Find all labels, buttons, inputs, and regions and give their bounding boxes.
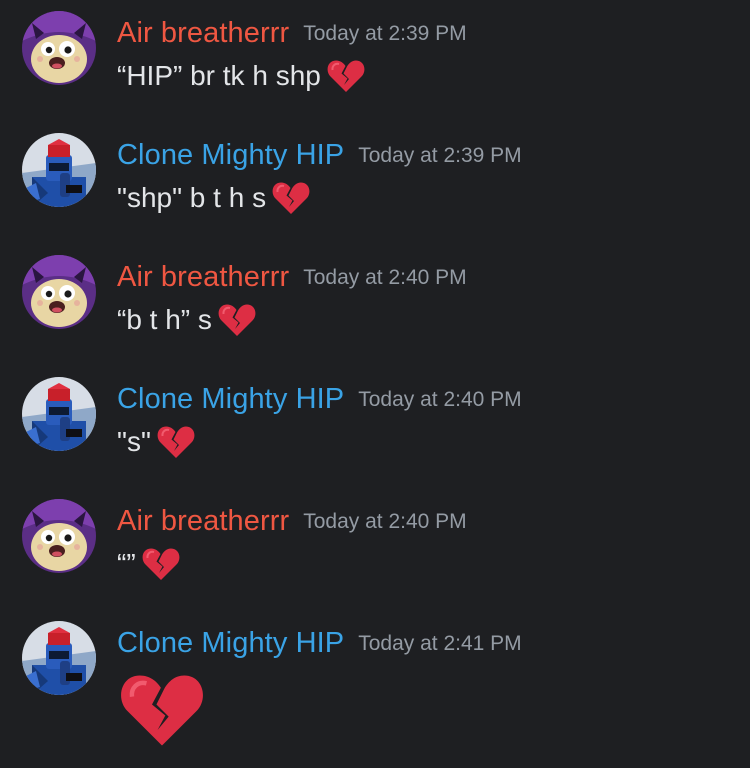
chat-message: Clone Mighty HIP Today at 2:41 PM: [0, 610, 750, 768]
tamagotchi-creature-avatar[interactable]: [22, 255, 96, 329]
broken-heart-icon: [326, 58, 366, 94]
message-text: “”: [117, 548, 136, 579]
broken-heart-icon: [117, 670, 207, 750]
message-text: “HIP” br tk h shp: [117, 60, 321, 91]
tamagotchi-creature-avatar[interactable]: [22, 11, 96, 85]
broken-heart-icon: [156, 424, 196, 460]
message-header: Clone Mighty HIP Today at 2:40 PM: [117, 383, 522, 416]
message-header: Clone Mighty HIP Today at 2:39 PM: [117, 139, 522, 172]
chat-message: Air breatherrr Today at 2:40 PM “”: [0, 488, 750, 610]
message-author-name[interactable]: Clone Mighty HIP: [117, 139, 344, 171]
chat-message-list: Air breatherrr Today at 2:39 PM “HIP” br …: [0, 0, 750, 768]
chat-message: Clone Mighty HIP Today at 2:40 PM "s": [0, 366, 750, 488]
message-timestamp: Today at 2:41 PM: [358, 632, 522, 655]
message-content: “HIP” br tk h shp: [117, 58, 366, 94]
chat-message: Air breatherrr Today at 2:39 PM “HIP” br …: [0, 0, 750, 122]
message-header: Air breatherrr Today at 2:40 PM: [117, 261, 467, 294]
message-text: "s": [117, 426, 151, 457]
broken-heart-icon: [141, 546, 181, 582]
message-timestamp: Today at 2:39 PM: [303, 22, 467, 45]
message-text: "shp" b t h s: [117, 182, 267, 213]
blue-robot-avatar[interactable]: [22, 377, 96, 451]
message-author-name[interactable]: Air breatherrr: [117, 505, 289, 537]
message-content: “”: [117, 546, 181, 582]
message-content: "s": [117, 424, 196, 460]
chat-message: Air breatherrr Today at 2:40 PM “b t h” s: [0, 244, 750, 366]
tamagotchi-creature-avatar[interactable]: [22, 499, 96, 573]
message-content: [117, 670, 207, 750]
message-author-name[interactable]: Air breatherrr: [117, 261, 289, 293]
message-content: "shp" b t h s: [117, 180, 311, 216]
message-header: Clone Mighty HIP Today at 2:41 PM: [117, 627, 522, 660]
message-timestamp: Today at 2:39 PM: [358, 144, 522, 167]
message-text: “b t h” s: [117, 304, 212, 335]
chat-message: Clone Mighty HIP Today at 2:39 PM "shp" b…: [0, 122, 750, 244]
message-header: Air breatherrr Today at 2:40 PM: [117, 505, 467, 538]
message-timestamp: Today at 2:40 PM: [303, 266, 467, 289]
message-author-name[interactable]: Air breatherrr: [117, 17, 289, 49]
message-author-name[interactable]: Clone Mighty HIP: [117, 383, 344, 415]
message-timestamp: Today at 2:40 PM: [303, 510, 467, 533]
broken-heart-icon: [217, 302, 257, 338]
message-author-name[interactable]: Clone Mighty HIP: [117, 627, 344, 659]
message-content: “b t h” s: [117, 302, 257, 338]
broken-heart-icon: [271, 180, 311, 216]
message-header: Air breatherrr Today at 2:39 PM: [117, 17, 467, 50]
blue-robot-avatar[interactable]: [22, 621, 96, 695]
message-timestamp: Today at 2:40 PM: [358, 388, 522, 411]
blue-robot-avatar[interactable]: [22, 133, 96, 207]
